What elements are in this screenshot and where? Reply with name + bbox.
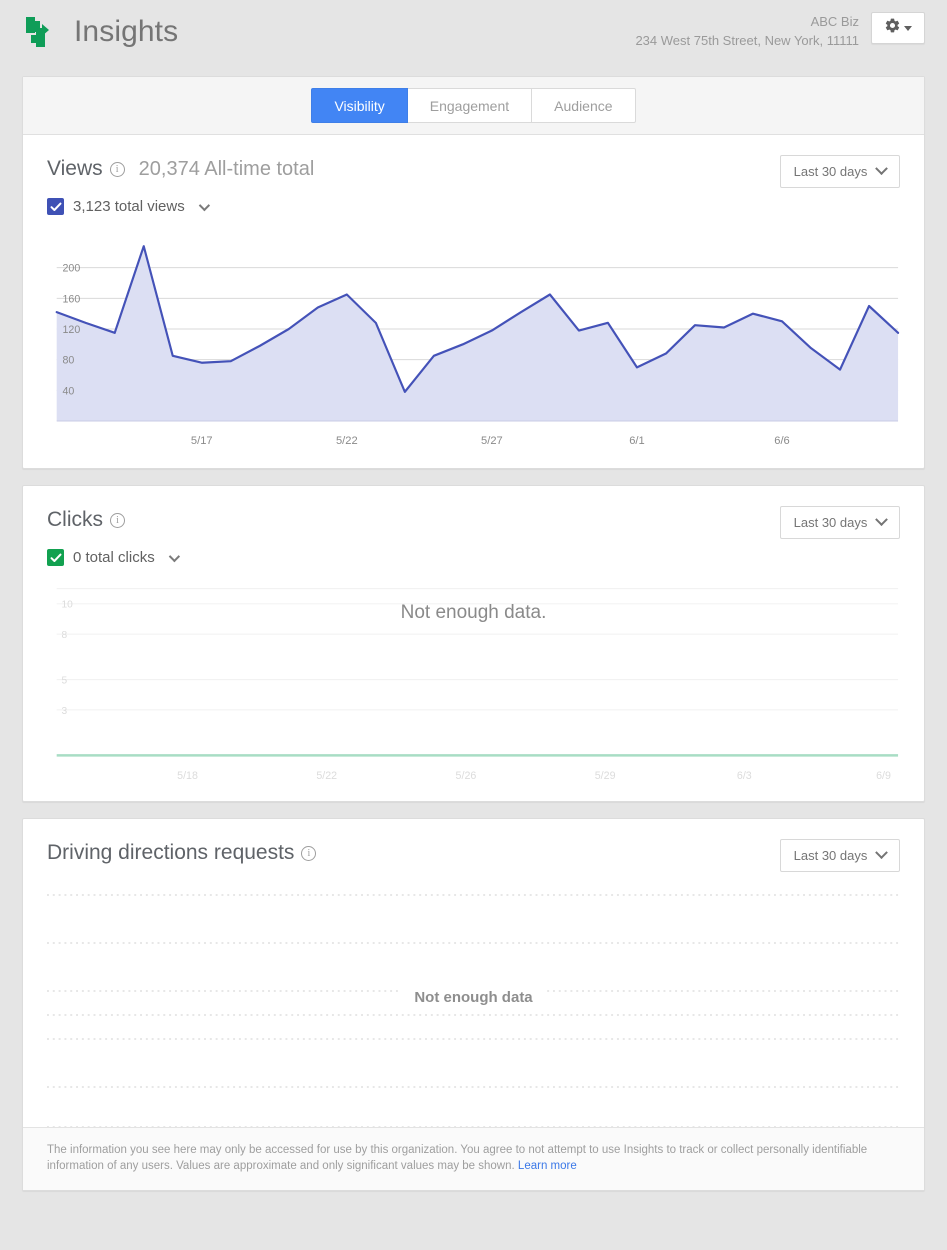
business-name: ABC Biz [810,14,859,29]
clicks-chart: 3 5 8 10 Not enough data. 5/18 5/22 5/26 5/29 6… [47,580,900,791]
svg-text:8: 8 [62,630,68,641]
svg-text:6/1: 6/1 [629,435,644,447]
clicks-date-range-button[interactable]: Last 30 days [780,506,900,539]
views-subtitle: 20,374 All-time total [138,157,315,180]
svg-text:6/3: 6/3 [737,770,752,782]
chevron-down-icon [875,162,889,176]
svg-text:5/29: 5/29 [595,770,616,782]
svg-text:5: 5 [62,675,68,686]
views-date-range-label: Last 30 days [793,164,868,179]
clicks-card: Clicks i Last 30 days 0 total clicks 3 5 8… [22,485,925,802]
views-title: Views [47,157,103,180]
svg-text:5/17: 5/17 [191,435,213,447]
page-title: Insights [74,15,179,48]
views-legend-checkbox[interactable] [47,198,64,215]
svg-text:5/27: 5/27 [481,435,503,447]
svg-text:120: 120 [63,324,81,336]
svg-text:6/6: 6/6 [774,435,789,447]
svg-text:160: 160 [63,293,81,305]
views-header: Views i 20,374 All-time total [47,157,900,181]
driving-directions-header: Driving directions requests i [47,841,900,865]
business-address: 234 West 75th Street, New York, 11111 [635,33,859,48]
clicks-header: Clicks i [47,508,900,532]
chevron-down-icon [875,513,889,527]
svg-text:80: 80 [63,355,75,367]
info-icon[interactable]: i [110,512,125,528]
views-legend: 3,123 total views [47,198,900,215]
views-chart-svg[interactable]: 40 80 120 160 200 [47,229,900,429]
top-bar-right: ABC Biz 234 West 75th Street, New York, … [635,12,925,50]
svg-text:5/22: 5/22 [336,435,358,447]
info-icon[interactable]: i [109,161,125,177]
clicks-legend-label: 0 total clicks [73,549,155,566]
svg-text:5/18: 5/18 [177,770,198,782]
driving-directions-empty-message: Not enough data [400,989,547,1006]
clicks-chart-xaxis: 5/18 5/22 5/26 5/29 6/3 6/9 [177,770,891,782]
tab-audience[interactable]: Audience [532,88,636,123]
clicks-date-range-label: Last 30 days [793,515,868,530]
views-chart-xaxis: 5/17 5/22 5/27 6/1 6/6 [191,435,790,447]
clicks-legend: 0 total clicks [47,549,900,566]
tab-strip: Visibility Engagement Audience [23,77,924,135]
views-section: Views i 20,374 All-time total Last 30 da… [23,135,924,468]
gear-icon [884,17,901,39]
driving-directions-title: Driving directions requests [47,841,295,864]
clicks-title: Clicks [47,508,103,531]
driving-directions-section: Driving directions requests i Last 30 da… [23,819,924,1127]
tabs: Visibility Engagement Audience [311,88,636,123]
driving-directions-card: Driving directions requests i Last 30 da… [22,818,925,1191]
clicks-section: Clicks i Last 30 days 0 total clicks 3 5 8… [23,486,924,801]
svg-text:6/9: 6/9 [876,770,891,782]
svg-text:40: 40 [63,385,75,397]
footer: The information you see here may only be… [23,1127,924,1190]
footer-text: The information you see here may only be… [47,1144,868,1172]
info-icon[interactable]: i [301,845,317,861]
views-date-range-button[interactable]: Last 30 days [780,155,900,188]
tab-engagement[interactable]: Engagement [407,88,533,123]
svg-text:3: 3 [62,706,68,717]
driving-directions-map-placeholder: Not enough data [47,877,900,1127]
settings-button[interactable] [871,12,925,44]
tab-visibility[interactable]: Visibility [311,88,408,123]
driving-date-range-label: Last 30 days [793,848,868,863]
views-chart: 40 80 120 160 200 5/17 5/22 5/27 6/1 6/6 [47,229,900,458]
svg-text:5/22: 5/22 [316,770,337,782]
svg-text:200: 200 [63,263,81,275]
chevron-down-icon[interactable] [168,550,180,562]
views-legend-label: 3,123 total views [73,198,185,215]
insights-arrows-logo-icon [22,12,62,52]
views-card: Visibility Engagement Audience Views i 2… [22,76,925,469]
clicks-empty-message: Not enough data. [400,602,547,623]
svg-text:5/26: 5/26 [456,770,477,782]
brand: Insights [22,12,178,52]
top-bar: Insights ABC Biz 234 West 75th Street, N… [0,0,947,76]
driving-date-range-button[interactable]: Last 30 days [780,839,900,872]
chevron-down-icon [904,25,912,31]
learn-more-link[interactable]: Learn more [518,1160,577,1172]
chevron-down-icon[interactable] [198,199,210,211]
clicks-legend-checkbox[interactable] [47,549,64,566]
chevron-down-icon [875,846,889,860]
business-info: ABC Biz 234 West 75th Street, New York, … [635,12,859,50]
